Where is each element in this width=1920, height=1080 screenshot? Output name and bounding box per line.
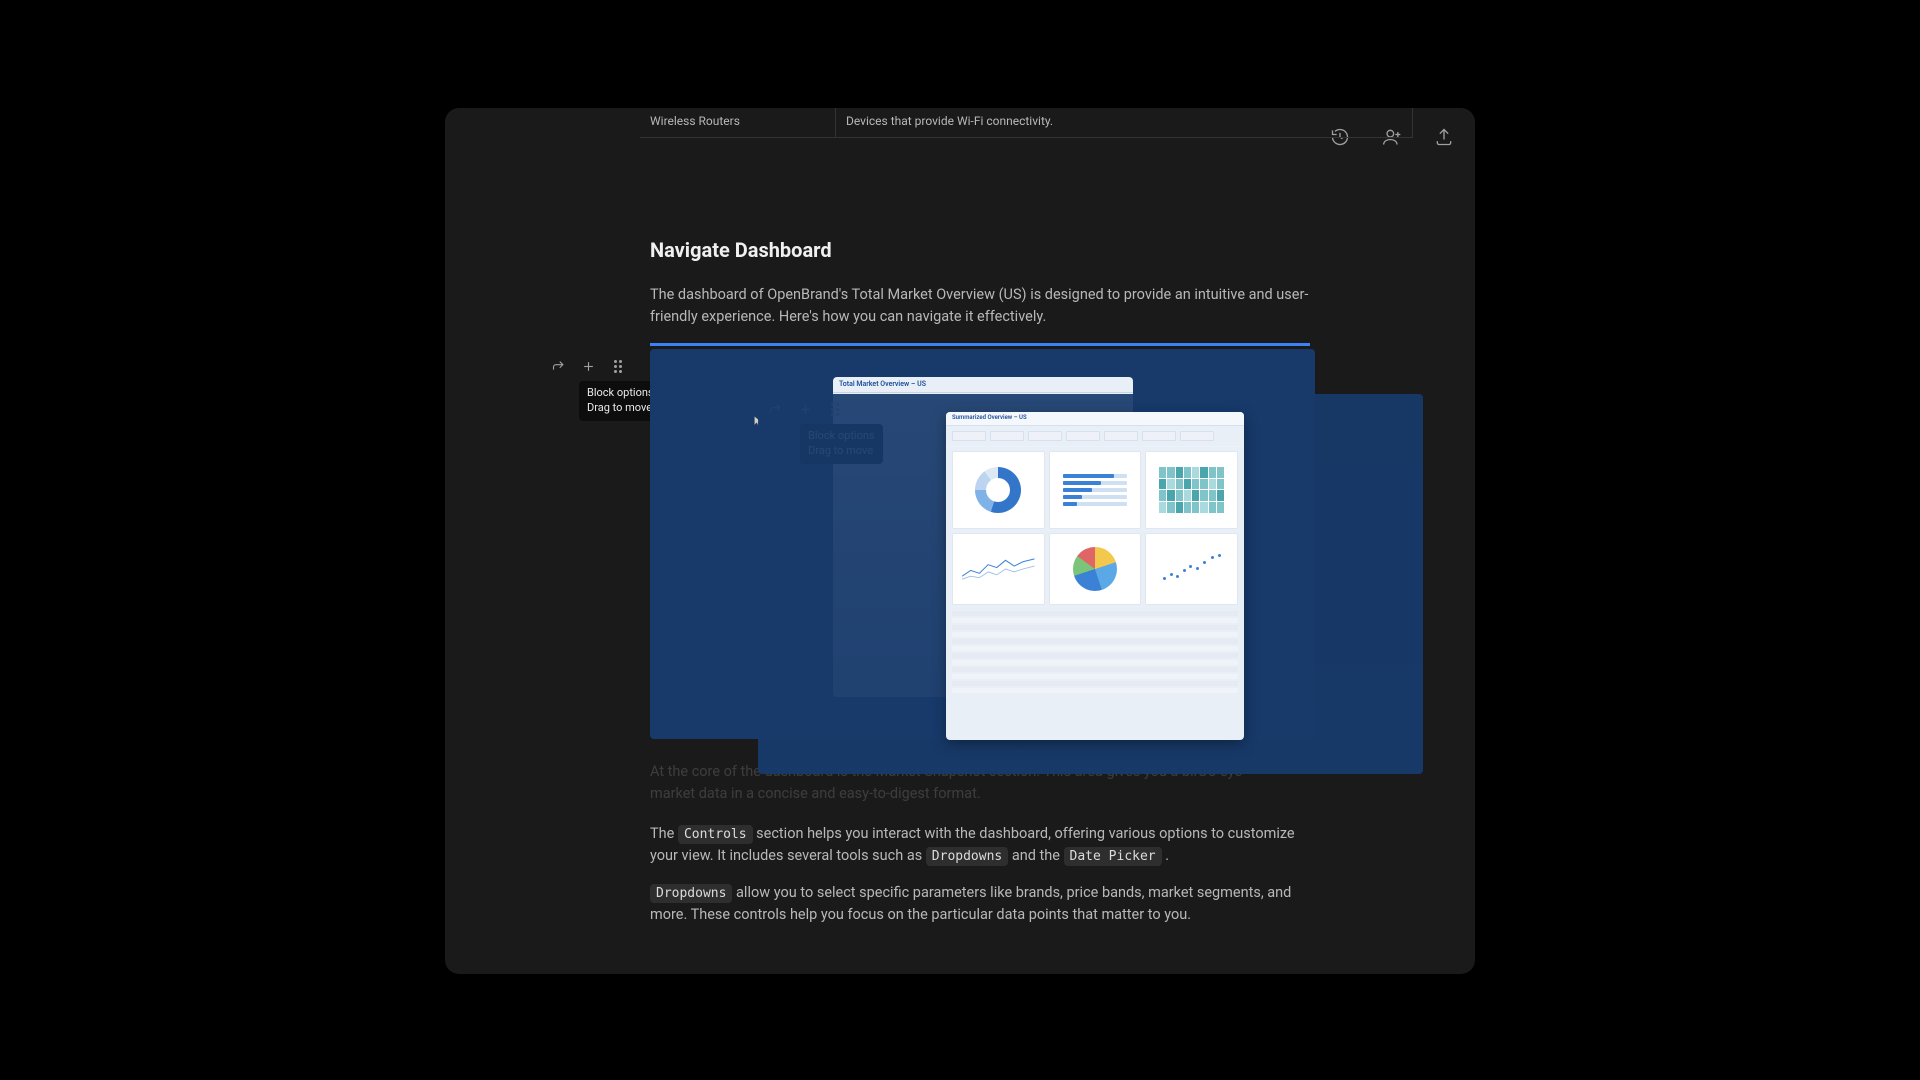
dashboard-table bbox=[946, 609, 1244, 701]
dragged-block-ghost[interactable]: Block options Drag to move Summarized Ov… bbox=[758, 394, 1423, 774]
section-heading: Navigate Dashboard bbox=[650, 238, 1310, 262]
top-table-fragment: Wireless Routers Devices that provide Wi… bbox=[640, 108, 1413, 138]
tooltip-line: Block options bbox=[587, 386, 654, 399]
drag-handle-icon[interactable] bbox=[610, 359, 626, 375]
pie-chart bbox=[1049, 533, 1142, 605]
code-controls: Controls bbox=[678, 825, 753, 844]
scatter-chart bbox=[1145, 533, 1238, 605]
hbar-chart bbox=[1049, 451, 1142, 529]
dashboard-charts-grid bbox=[946, 447, 1244, 609]
heatmap-chart bbox=[1145, 451, 1238, 529]
controls-paragraph: The Controls section helps you interact … bbox=[650, 823, 1310, 868]
share-upload-icon[interactable] bbox=[1433, 126, 1455, 148]
embedded-image[interactable]: Summarized Overview – US bbox=[758, 394, 1423, 774]
content-column: Navigate Dashboard The dashboard of Open… bbox=[650, 238, 1310, 941]
table-cell: Wireless Routers bbox=[640, 108, 836, 138]
editor-panel: Wireless Routers Devices that provide Wi… bbox=[445, 108, 1475, 974]
insertion-indicator bbox=[650, 343, 1310, 346]
table-cell: Devices that provide Wi-Fi connectivity. bbox=[836, 108, 1413, 138]
dashboard-filters-row bbox=[946, 426, 1244, 447]
turn-into-icon[interactable] bbox=[550, 359, 566, 375]
text: The bbox=[650, 825, 678, 842]
dropdowns-paragraph: Dropdowns allow you to select specific p… bbox=[650, 882, 1310, 927]
dashboard-preview-header: Total Market Overview – US bbox=[833, 377, 1133, 393]
code-dropdowns: Dropdowns bbox=[926, 847, 1008, 866]
text: and the bbox=[1008, 847, 1063, 864]
dashboard-preview-header: Summarized Overview – US bbox=[946, 412, 1244, 426]
block-gutter-controls bbox=[550, 359, 626, 375]
code-date-picker: Date Picker bbox=[1064, 847, 1162, 866]
code-dropdowns: Dropdowns bbox=[650, 884, 732, 903]
donut-chart bbox=[952, 451, 1045, 529]
intro-paragraph: The dashboard of OpenBrand's Total Marke… bbox=[650, 284, 1310, 329]
tooltip-line: Drag to move bbox=[587, 401, 652, 414]
add-block-icon[interactable] bbox=[580, 359, 596, 375]
line-chart bbox=[952, 533, 1045, 605]
image-block[interactable]: Block options Drag to move Total Market … bbox=[650, 343, 1310, 739]
text: . bbox=[1162, 847, 1169, 864]
dashboard-preview-large: Summarized Overview – US bbox=[946, 412, 1244, 740]
text: allow you to select specific parameters … bbox=[650, 884, 1291, 923]
